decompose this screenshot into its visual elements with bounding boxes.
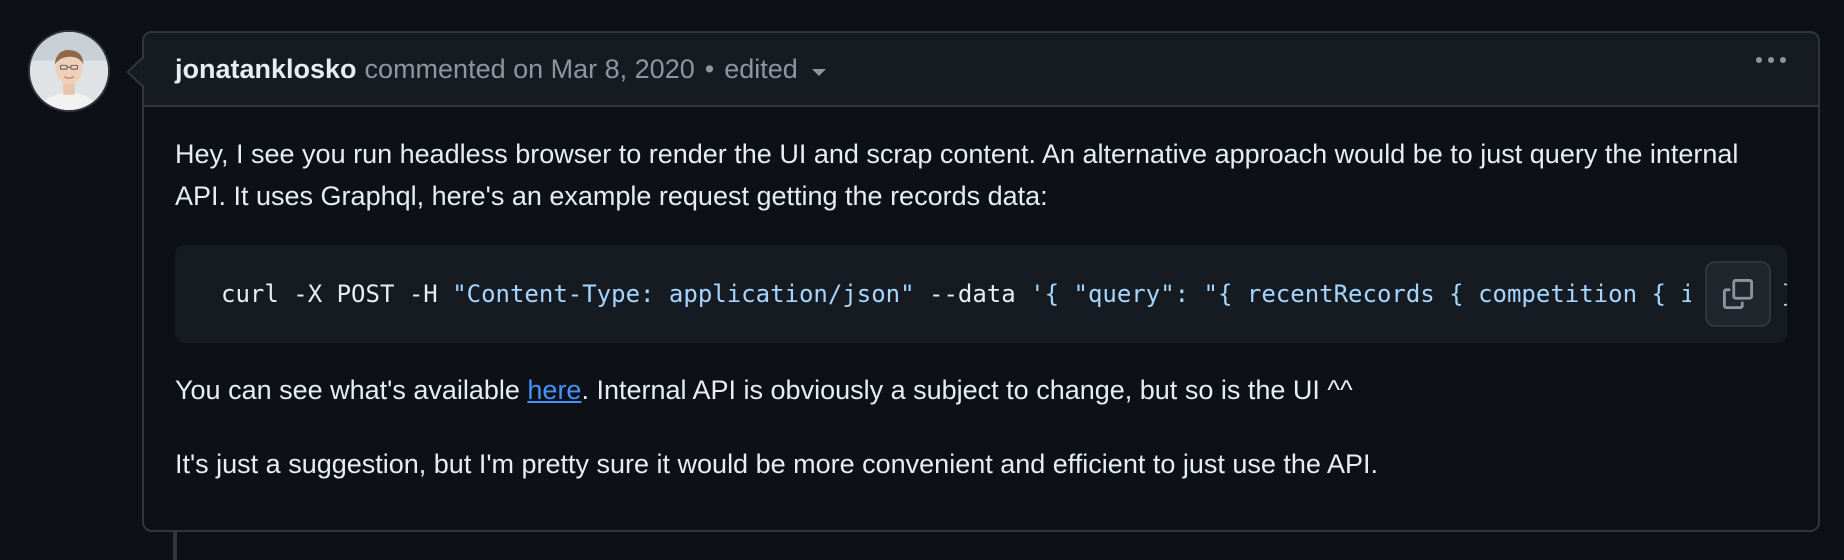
kebab-horizontal-icon bbox=[1756, 57, 1762, 63]
code-block: curl -X POST -H "Content-Type: applicati… bbox=[175, 245, 1787, 343]
comment-box: jonatanklosko commented on Mar 8, 2020 •… bbox=[142, 31, 1820, 532]
avatar-image bbox=[30, 32, 108, 110]
code-token: --data bbox=[914, 280, 1031, 308]
comment-paragraph: Hey, I see you run headless browser to r… bbox=[175, 139, 1739, 211]
code-string: "Content-Type: application/json" bbox=[452, 280, 915, 308]
comment-paragraph: You can see what's available here. Inter… bbox=[175, 375, 1353, 405]
comment-header: jonatanklosko commented on Mar 8, 2020 •… bbox=[144, 33, 1818, 107]
edited-label: edited bbox=[724, 53, 798, 84]
comment-timestamp[interactable]: commented on Mar 8, 2020 bbox=[365, 54, 695, 85]
avatar[interactable] bbox=[28, 30, 110, 112]
edited-dropdown[interactable]: edited bbox=[724, 54, 826, 85]
comment-caret-inner bbox=[129, 58, 144, 86]
meta-separator: • bbox=[704, 53, 715, 84]
here-link[interactable]: here bbox=[527, 375, 581, 405]
code-line: curl -X POST -H "Content-Type: applicati… bbox=[221, 245, 1787, 343]
comment-author[interactable]: jonatanklosko bbox=[175, 54, 357, 85]
comment-paragraph: It's just a suggestion, but I'm pretty s… bbox=[175, 449, 1378, 479]
copy-button[interactable] bbox=[1705, 261, 1771, 327]
copy-icon bbox=[1723, 279, 1753, 309]
code-string: '{ "query": "{ recentRecords { competiti… bbox=[1030, 280, 1787, 308]
comment-body: Hey, I see you run headless browser to r… bbox=[144, 107, 1818, 485]
code-token: curl -X POST -H bbox=[221, 280, 453, 308]
comment-options-button[interactable] bbox=[1756, 57, 1786, 63]
chevron-down-icon bbox=[811, 68, 826, 76]
